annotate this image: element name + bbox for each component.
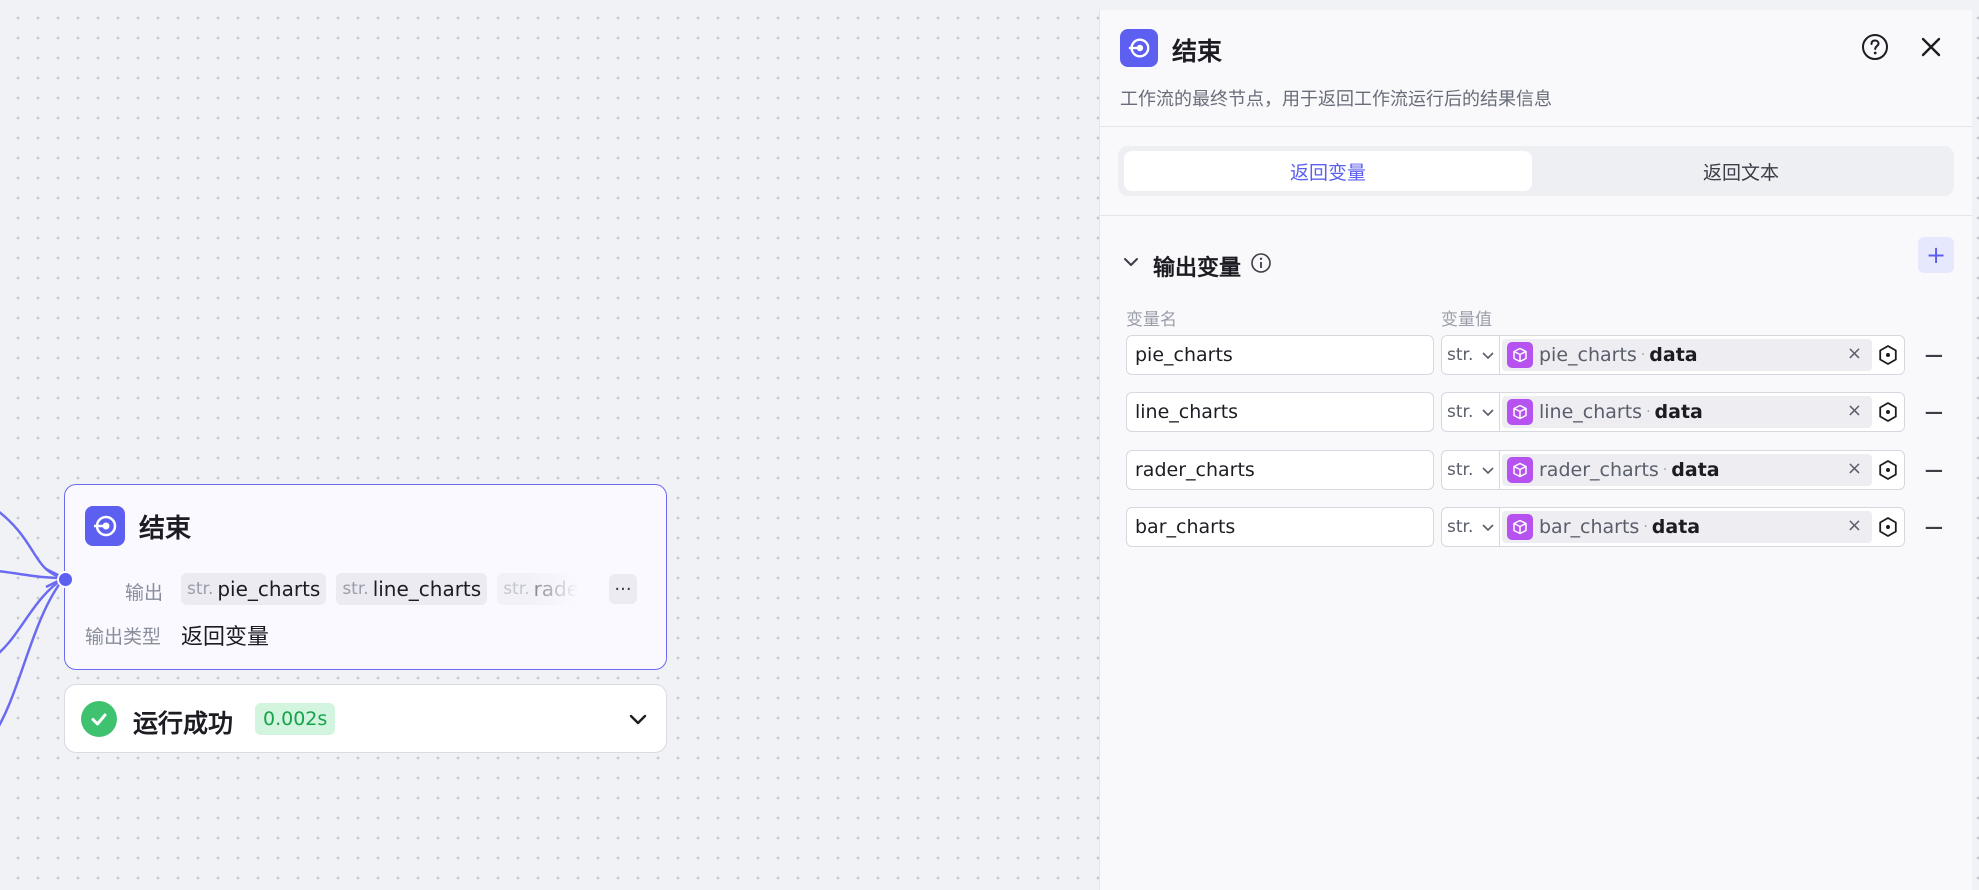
column-header-value: 变量值 — [1441, 310, 1492, 330]
remove-variable-button[interactable]: − — [1923, 513, 1945, 543]
help-icon[interactable] — [1860, 32, 1890, 66]
variable-value-field: str. line_charts · data × — [1441, 392, 1905, 432]
tag-type: str. — [503, 579, 530, 599]
clear-reference-button[interactable]: × — [1847, 400, 1862, 421]
variable-row: bar_charts str. bar_charts · data × − — [1100, 507, 1972, 547]
remove-variable-button[interactable]: − — [1923, 398, 1945, 428]
clear-reference-button[interactable]: × — [1847, 343, 1862, 364]
cube-icon — [1507, 399, 1533, 425]
ref-node-name: line_charts — [1539, 401, 1643, 423]
ref-separator: · — [1646, 404, 1651, 420]
output-type-value: 返回变量 — [181, 625, 270, 650]
cube-icon — [1507, 514, 1533, 540]
ref-field-name: data — [1651, 516, 1701, 538]
variable-row: rader_charts str. rader_charts · data × … — [1100, 450, 1972, 490]
ref-field-name: data — [1654, 401, 1703, 423]
end-node-card[interactable]: 结束 输出 str. pie_charts str. line_charts s… — [57, 484, 667, 670]
variable-picker-icon[interactable] — [1877, 401, 1899, 427]
node-settings-panel: 结束 工作流的最终节点，用于返回工作流运行后的结果信息 返回变量 返回文本 输出… — [1099, 10, 1972, 890]
type-select[interactable]: str. — [1442, 508, 1500, 546]
variable-value-field: str. bar_charts · data × — [1441, 507, 1905, 547]
type-select-value: str. — [1447, 517, 1474, 537]
chevron-down-icon — [1482, 352, 1494, 360]
variable-picker-icon[interactable] — [1877, 516, 1899, 542]
output-tag: str. rader — [497, 573, 583, 605]
type-select[interactable]: str. — [1442, 451, 1500, 489]
chevron-down-icon — [1482, 467, 1494, 475]
type-select-value: str. — [1447, 402, 1474, 422]
output-variables-title: 输出变量 — [1153, 256, 1242, 281]
type-select-value: str. — [1447, 460, 1474, 480]
ref-node-name: bar_charts — [1539, 516, 1640, 538]
clear-reference-button[interactable]: × — [1847, 515, 1862, 536]
panel-description: 工作流的最终节点，用于返回工作流运行后的结果信息 — [1120, 89, 1552, 110]
variable-reference-chip[interactable]: line_charts · data × — [1502, 396, 1872, 428]
input-handle[interactable] — [57, 571, 74, 588]
type-select-value: str. — [1447, 345, 1474, 365]
tab-return-variables[interactable]: 返回变量 — [1124, 151, 1532, 191]
ref-field-name: data — [1649, 344, 1698, 366]
divider — [1100, 215, 1972, 216]
cube-icon — [1507, 457, 1533, 483]
chevron-down-icon — [1482, 524, 1494, 532]
ref-separator: · — [1662, 462, 1668, 478]
node-title: 结束 — [139, 514, 192, 544]
tab-return-text[interactable]: 返回文本 — [1534, 151, 1948, 191]
variable-value-field: str. pie_charts · data × — [1441, 335, 1905, 375]
variable-reference-chip[interactable]: pie_charts · data × — [1502, 339, 1872, 371]
tag-name: line_charts — [372, 577, 482, 601]
variable-picker-icon[interactable] — [1877, 459, 1899, 485]
variable-name-input[interactable]: pie_charts — [1126, 335, 1434, 375]
tag-name: rader — [533, 577, 583, 601]
tag-type: str. — [342, 579, 369, 599]
end-node-icon — [1120, 29, 1158, 67]
ref-separator: · — [1643, 519, 1648, 535]
ref-field-name: data — [1671, 459, 1720, 481]
more-tags-button[interactable]: ··· — [609, 574, 637, 604]
ref-separator: · — [1640, 347, 1646, 363]
variable-row: pie_charts str. pie_charts · data × − — [1100, 335, 1972, 375]
type-select[interactable]: str. — [1442, 336, 1500, 374]
close-icon[interactable] — [1918, 34, 1944, 64]
workflow-canvas[interactable]: 结束 输出 str. pie_charts str. line_charts s… — [0, 0, 1098, 873]
ref-node-name: pie_charts — [1539, 344, 1637, 366]
output-type-label: 输出类型 — [85, 626, 162, 648]
run-status-bar[interactable]: 运行成功 0.002s — [64, 684, 667, 753]
variable-name-input[interactable]: bar_charts — [1126, 507, 1434, 547]
column-header-name: 变量名 — [1126, 310, 1177, 330]
variable-reference-chip[interactable]: rader_charts · data × — [1502, 454, 1872, 486]
variable-row: line_charts str. line_charts · data × − — [1100, 392, 1972, 432]
return-mode-tabs: 返回变量 返回文本 — [1118, 146, 1954, 196]
tag-type: str. — [187, 579, 214, 599]
output-label: 输出 — [125, 582, 164, 604]
output-tag: str. line_charts — [336, 573, 488, 605]
add-variable-button[interactable]: + — [1918, 237, 1954, 273]
variable-reference-chip[interactable]: bar_charts · data × — [1502, 511, 1872, 543]
check-circle-icon — [81, 701, 117, 737]
variable-name-input[interactable]: line_charts — [1126, 392, 1434, 432]
chevron-down-icon[interactable] — [626, 707, 650, 735]
type-select[interactable]: str. — [1442, 393, 1500, 431]
info-icon[interactable] — [1250, 252, 1272, 278]
output-tag: str. pie_charts — [181, 573, 327, 605]
remove-variable-button[interactable]: − — [1923, 341, 1945, 371]
end-node-icon — [85, 506, 125, 546]
panel-header: 结束 工作流的最终节点，用于返回工作流运行后的结果信息 — [1100, 10, 1972, 127]
ref-node-name: rader_charts — [1539, 459, 1659, 481]
tag-name: pie_charts — [217, 577, 321, 601]
variable-name-input[interactable]: rader_charts — [1126, 450, 1434, 490]
run-time-badge: 0.002s — [255, 703, 336, 735]
remove-variable-button[interactable]: − — [1923, 456, 1945, 486]
chevron-down-icon[interactable] — [1122, 253, 1140, 275]
panel-title: 结束 — [1172, 37, 1223, 66]
run-status-text: 运行成功 — [133, 709, 234, 738]
variable-picker-icon[interactable] — [1877, 344, 1899, 370]
chevron-down-icon — [1482, 409, 1494, 417]
cube-icon — [1507, 342, 1533, 368]
output-tags: str. pie_charts str. line_charts str. ra… — [181, 573, 583, 605]
clear-reference-button[interactable]: × — [1847, 458, 1862, 479]
variable-value-field: str. rader_charts · data × — [1441, 450, 1905, 490]
